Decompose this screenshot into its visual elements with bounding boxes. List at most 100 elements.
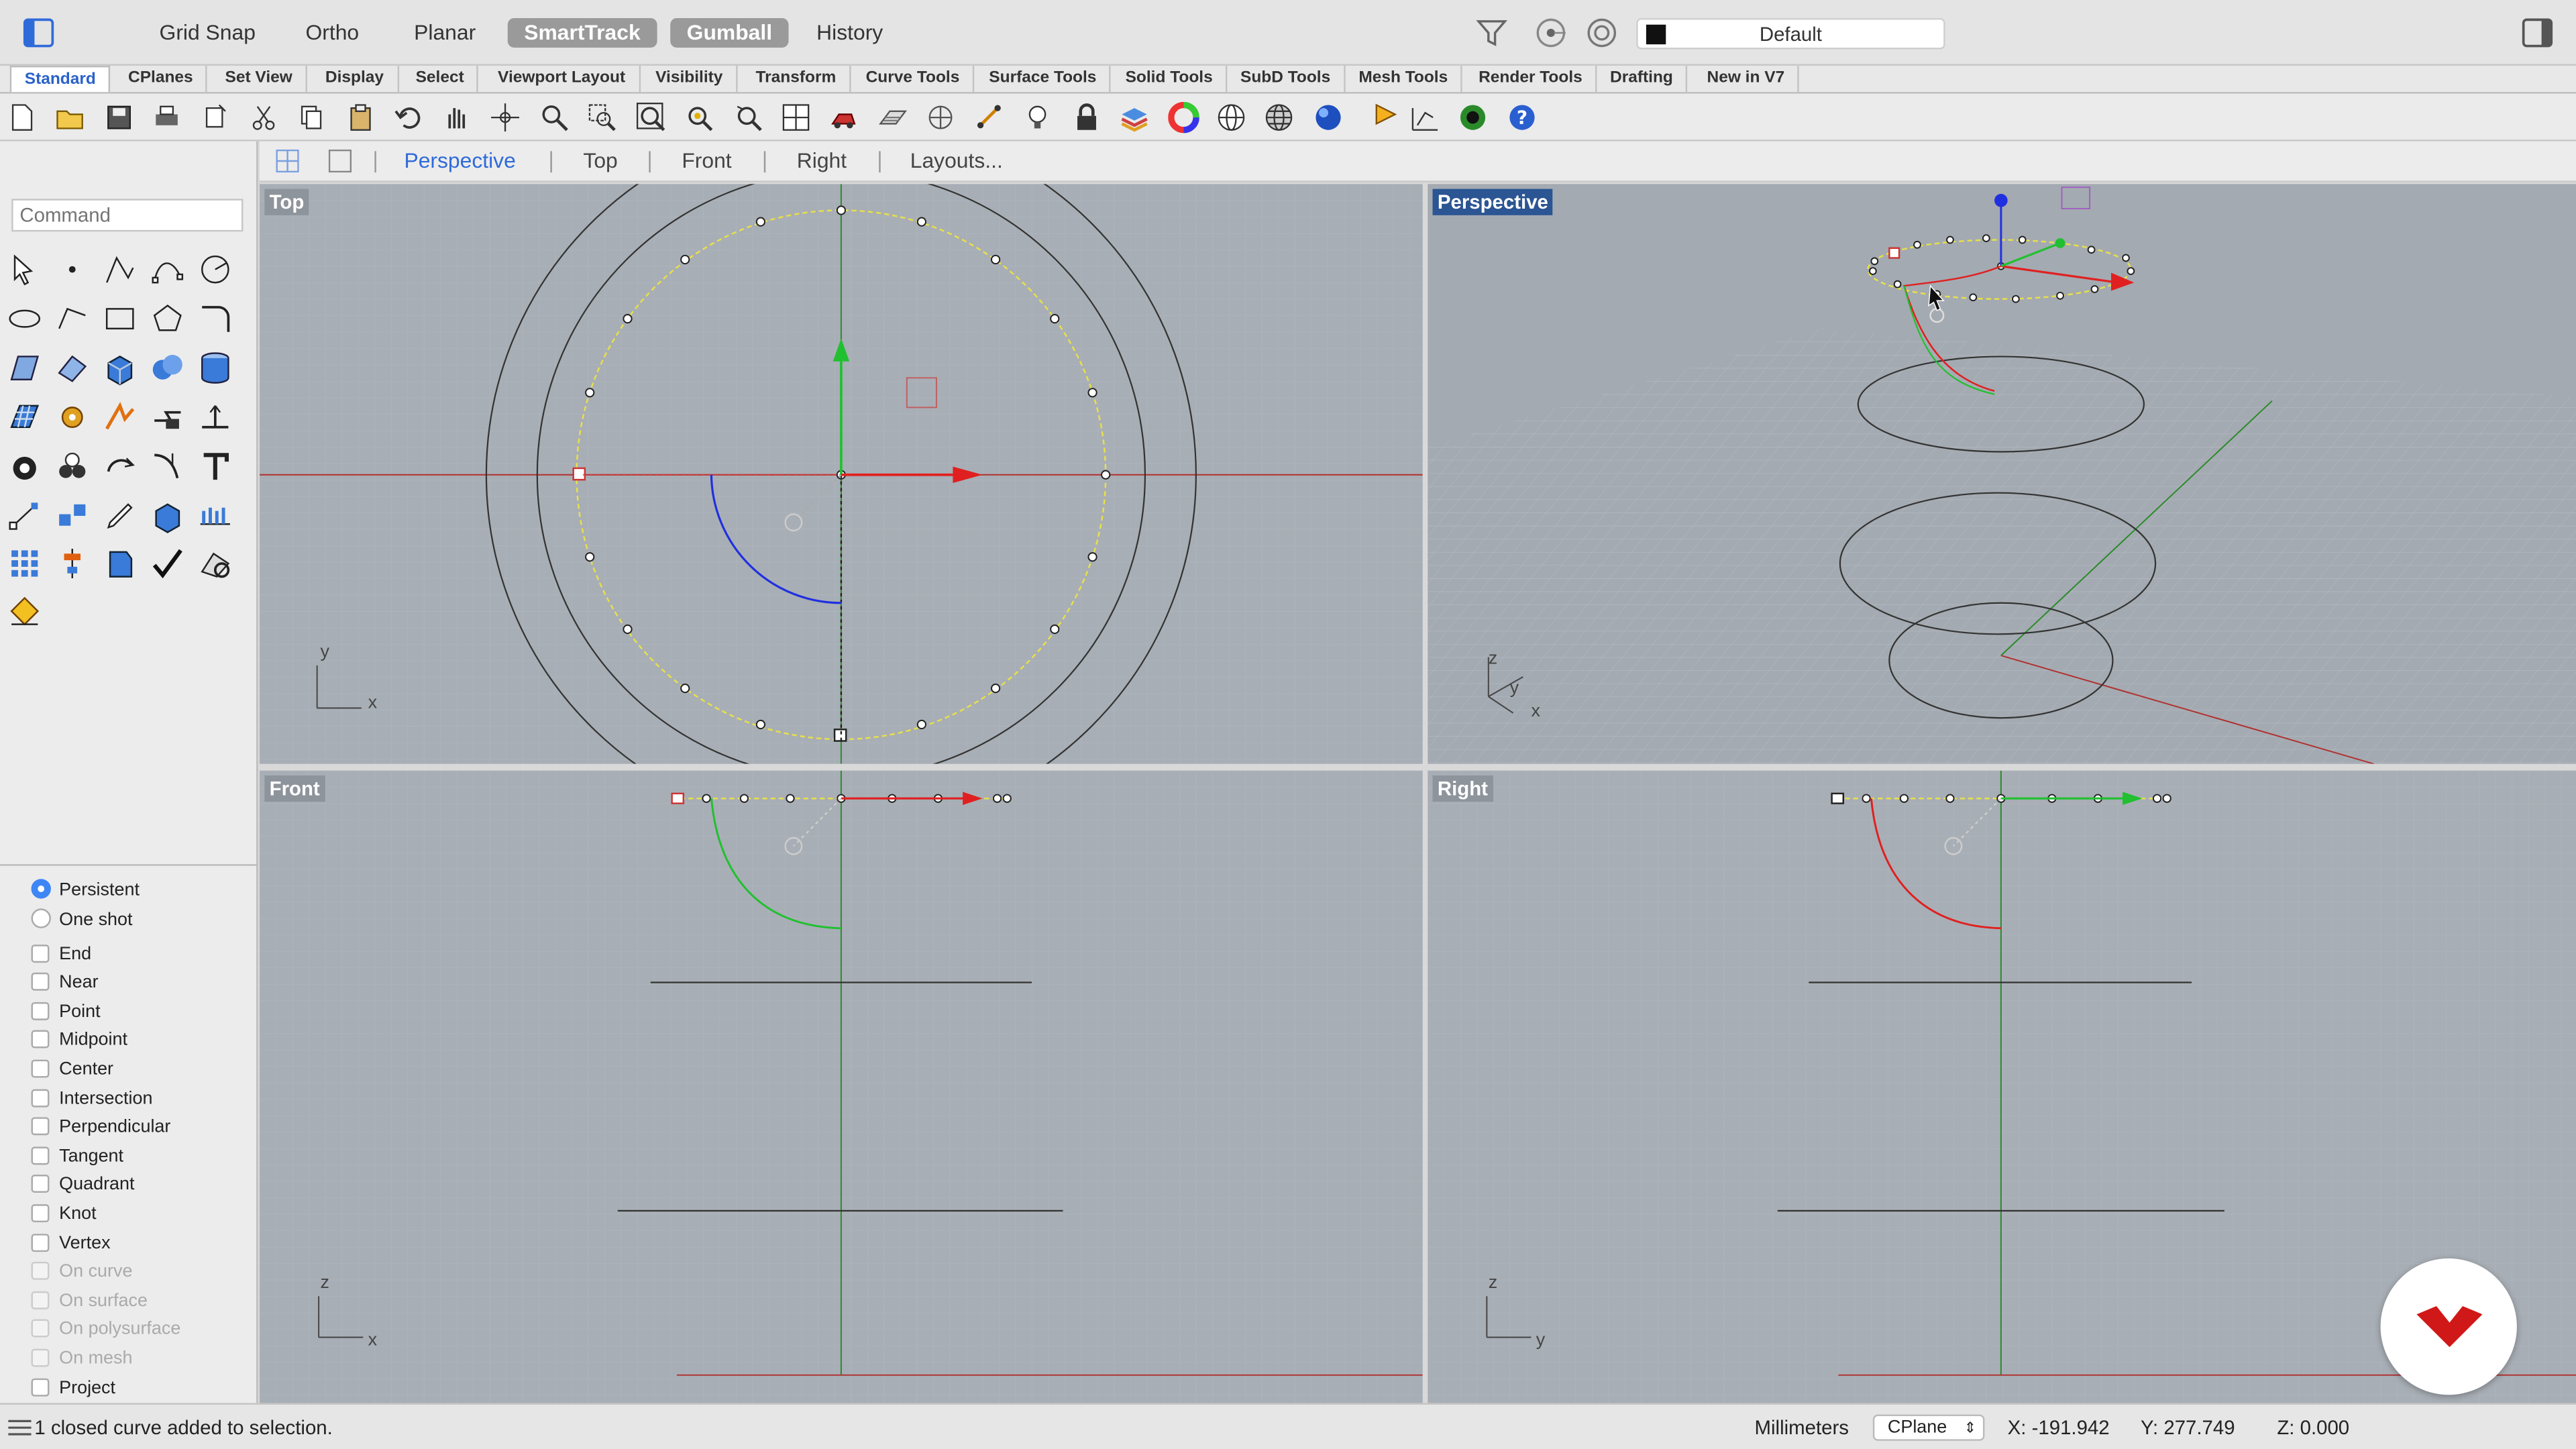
color-wheel-icon[interactable]: [1168, 101, 1199, 133]
tab-drafting[interactable]: Drafting: [1597, 65, 1688, 93]
snap-midpoint[interactable]: Midpoint: [31, 1027, 127, 1053]
snap-knot[interactable]: Knot: [31, 1201, 97, 1227]
viewport-tab-front[interactable]: Front: [682, 148, 731, 174]
print-icon[interactable]: [151, 102, 182, 133]
move-icon[interactable]: [7, 498, 43, 534]
checkbox[interactable]: [31, 1002, 50, 1020]
checkbox[interactable]: [31, 1146, 50, 1165]
viewport-top[interactable]: y x Top: [259, 184, 1423, 764]
zoom-selected-icon[interactable]: [684, 102, 715, 133]
rectangle-icon[interactable]: [102, 301, 138, 337]
tab-select[interactable]: Select: [402, 65, 479, 93]
single-view-layout-icon[interactable]: [328, 149, 352, 173]
planar-toggle[interactable]: Planar: [414, 18, 476, 48]
group-icon[interactable]: [7, 449, 43, 485]
four-view-layout-icon[interactable]: [276, 149, 299, 173]
radio-selected-icon[interactable]: [31, 879, 51, 899]
cylinder-icon[interactable]: [197, 350, 233, 386]
named-views-icon[interactable]: [828, 102, 859, 133]
tab-solid-tools[interactable]: Solid Tools: [1112, 65, 1228, 93]
cplane-select[interactable]: CPlane ⇕: [1872, 1414, 1985, 1441]
tab-curve-tools[interactable]: Curve Tools: [853, 65, 975, 93]
snap-point[interactable]: Point: [31, 999, 101, 1025]
tab-surface-tools[interactable]: Surface Tools: [976, 65, 1112, 93]
gear-icon[interactable]: [54, 399, 91, 435]
split-icon[interactable]: [150, 449, 186, 485]
snap-tangent[interactable]: Tangent: [31, 1144, 123, 1170]
render-icon[interactable]: [7, 593, 43, 629]
transform-icon[interactable]: [150, 399, 186, 435]
smarttrack-toggle[interactable]: SmartTrack: [507, 17, 657, 48]
open-file-icon[interactable]: [54, 102, 86, 133]
snap-quadrant[interactable]: Quadrant: [31, 1171, 135, 1197]
mesh-icon[interactable]: [7, 399, 43, 435]
checkbox[interactable]: [31, 945, 50, 963]
viewport-tab-right[interactable]: Right: [797, 148, 847, 174]
array-icon[interactable]: [197, 498, 233, 534]
gumball-x-arrow-3d[interactable]: [2110, 272, 2135, 291]
snap-intersection[interactable]: Intersection: [31, 1086, 152, 1112]
tab-new-in-v7[interactable]: New in V7: [1694, 65, 1800, 93]
edit-icon[interactable]: [102, 498, 138, 534]
top-view-canvas[interactable]: y x: [259, 184, 1423, 764]
copy-icon[interactable]: [296, 102, 327, 133]
grid-snap-icon[interactable]: [925, 102, 957, 133]
food4rhino-icon[interactable]: [1457, 102, 1489, 133]
arc-icon[interactable]: [54, 301, 91, 337]
snap-vertex[interactable]: Vertex: [31, 1230, 111, 1256]
history-toggle[interactable]: History: [816, 18, 883, 48]
viewport-perspective[interactable]: z y x Perspective: [1428, 184, 2576, 764]
lightbulb-icon[interactable]: [1022, 102, 1053, 133]
snap-center[interactable]: Center: [31, 1057, 113, 1083]
boolean-union-icon[interactable]: [150, 350, 186, 386]
grid-array-icon[interactable]: [7, 545, 43, 582]
snap-perpendicular[interactable]: Perpendicular: [31, 1114, 170, 1140]
viewport-splitter-vertical[interactable]: [1422, 184, 1428, 1403]
save-icon[interactable]: [103, 102, 135, 133]
undo-view-icon[interactable]: [733, 102, 764, 133]
command-input[interactable]: [11, 199, 244, 232]
point-icon[interactable]: [54, 252, 91, 288]
snap-project[interactable]: Project: [31, 1375, 115, 1401]
viewport-splitter-horizontal[interactable]: [259, 763, 2576, 771]
viewport-front[interactable]: z x Front: [259, 770, 1423, 1403]
checkbox[interactable]: [31, 972, 50, 991]
scale-icon[interactable]: [150, 498, 186, 534]
wireframe-sphere-icon[interactable]: [1216, 102, 1247, 133]
tab-viewport-layout[interactable]: Viewport Layout: [484, 65, 641, 93]
checkbox[interactable]: [31, 1059, 50, 1078]
polygon-icon[interactable]: [150, 301, 186, 337]
copy-object-icon[interactable]: [54, 498, 91, 534]
filter-icon[interactable]: [1475, 16, 1508, 49]
gumball-y-handle-3d[interactable]: [2055, 238, 2065, 248]
gumball-z-handle[interactable]: [1994, 193, 2008, 207]
units-label[interactable]: Millimeters: [1755, 1405, 1849, 1449]
pan-hand-icon[interactable]: [440, 102, 472, 133]
undo-icon[interactable]: [392, 102, 424, 133]
dimension-icon[interactable]: [1409, 102, 1441, 133]
cut-icon[interactable]: [248, 102, 280, 133]
right-panel-toggle-icon[interactable]: [2522, 18, 2555, 48]
rotate-view-icon[interactable]: [490, 102, 521, 133]
tab-display[interactable]: Display: [312, 65, 399, 93]
perspective-view-canvas[interactable]: z y x: [1428, 184, 2576, 764]
layers-icon[interactable]: [1119, 102, 1150, 133]
tab-subd-tools[interactable]: SubD Tools: [1227, 65, 1346, 93]
lock-icon[interactable]: [1071, 102, 1103, 133]
viewport-title-front[interactable]: Front: [264, 775, 325, 802]
tab-transform[interactable]: Transform: [743, 65, 851, 93]
ortho-toggle[interactable]: Ortho: [306, 18, 360, 48]
tab-mesh-tools[interactable]: Mesh Tools: [1346, 65, 1463, 93]
surface-icon[interactable]: [7, 350, 43, 386]
properties-icon[interactable]: [102, 545, 138, 582]
command-history-icon[interactable]: [8, 1419, 32, 1436]
checkbox[interactable]: [31, 1234, 50, 1252]
sidebar-toggle-icon[interactable]: [23, 18, 56, 48]
fillet-curves-icon[interactable]: [197, 301, 233, 337]
box-icon[interactable]: [102, 350, 138, 386]
viewport-title-right[interactable]: Right: [1432, 775, 1493, 802]
tab-set-view[interactable]: Set View: [212, 65, 307, 93]
tab-standard[interactable]: Standard: [9, 65, 111, 93]
dimension-tool-icon[interactable]: [197, 399, 233, 435]
ellipse-icon[interactable]: [7, 301, 43, 337]
